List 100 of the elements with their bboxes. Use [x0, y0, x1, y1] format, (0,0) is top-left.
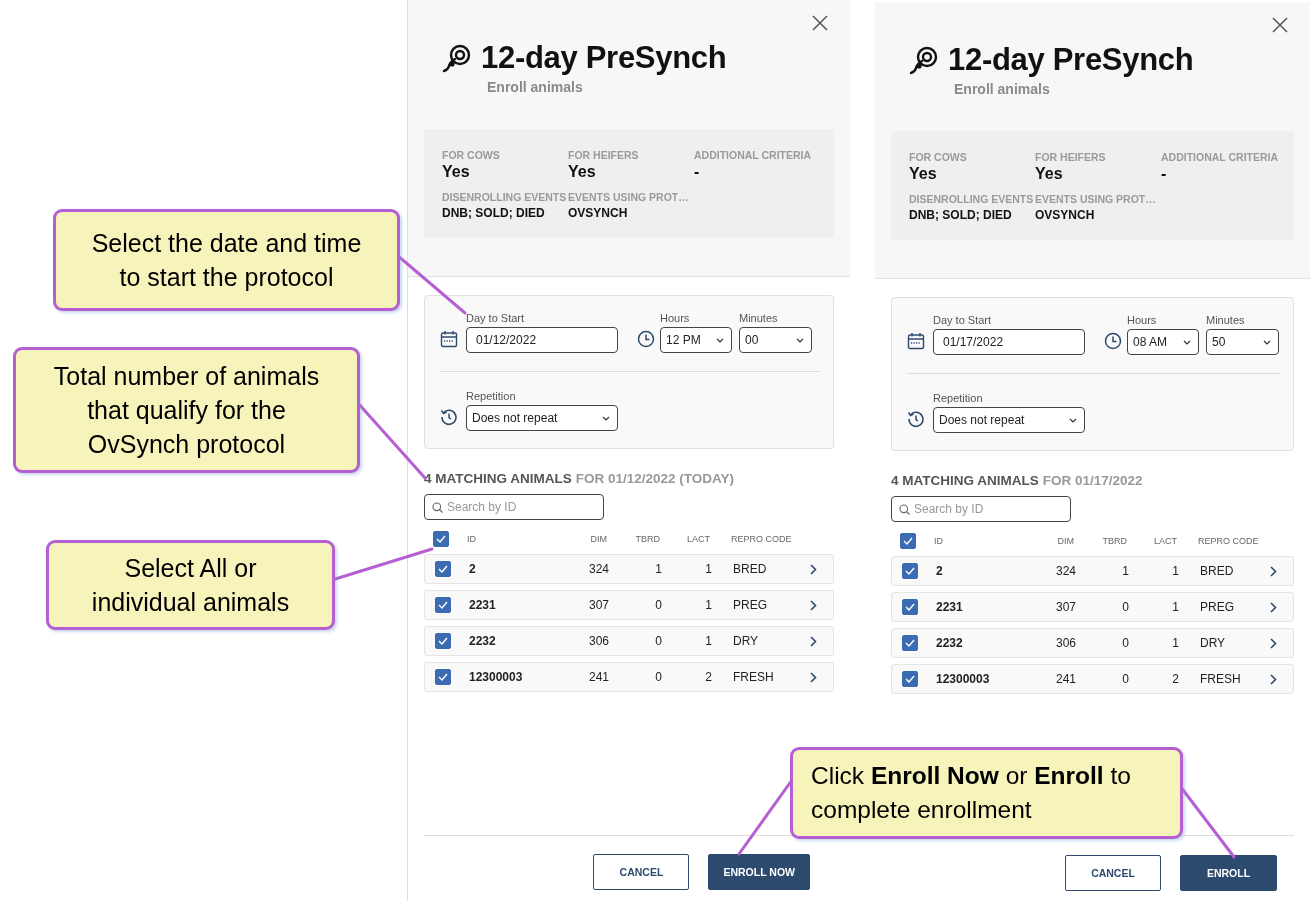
row-checkbox[interactable] — [902, 671, 918, 687]
table-cell-text: BRED — [1199, 564, 1235, 578]
minutes-dropdown[interactable]: 50 — [1206, 329, 1279, 355]
table-cell-text: 2232 — [936, 636, 964, 650]
close-icon[interactable] — [1272, 17, 1288, 33]
field-label: Minutes — [1206, 314, 1246, 326]
field-label: Hours — [660, 312, 691, 324]
animal-row[interactable]: 2232 306 0 1 DRY — [424, 626, 834, 656]
field-label: Repetition — [466, 390, 517, 402]
table-cell-text: DRY — [1199, 636, 1227, 650]
close-icon[interactable] — [812, 15, 828, 31]
minutes-dropdown[interactable]: 00 — [739, 327, 812, 353]
table-cell-text: PREG — [1199, 600, 1235, 614]
callout-note: Click Enroll Now or Enroll to complete enrollment — [790, 747, 1183, 839]
search-icon — [899, 504, 910, 515]
caret-icon — [796, 337, 804, 343]
animal-row[interactable]: 12300003 241 0 2 FRESH — [891, 664, 1294, 694]
column-header: LACT — [1153, 536, 1177, 546]
select-all-checkbox[interactable] — [433, 531, 449, 547]
callout-note: Select All or individual animals — [46, 540, 335, 630]
criteria-label: ADDITIONAL CRITERIA — [694, 149, 813, 161]
animal-row[interactable]: 2231 307 0 1 PREG — [424, 590, 834, 620]
check-icon — [438, 673, 448, 681]
table-cell-text: PREG — [732, 598, 768, 612]
matching-date: FOR 01/12/2022 (TODAY) — [575, 471, 735, 486]
column-header: ID — [467, 534, 477, 544]
date-field[interactable]: 01/12/2022 — [466, 327, 618, 353]
caret-icon — [1183, 339, 1191, 345]
criteria-value: OVSYNCH — [1035, 208, 1096, 222]
chevron-right-icon[interactable] — [1270, 565, 1277, 577]
table-cell-text: FRESH — [1199, 672, 1242, 686]
repetition-dropdown[interactable]: Does not repeat — [466, 405, 618, 431]
row-checkbox[interactable] — [435, 669, 451, 685]
table-cell-text: 1 — [654, 562, 662, 576]
field-label: Day to Start — [933, 314, 993, 326]
dialog-title: 12-day PreSynch — [948, 42, 1194, 78]
table-cell-text: 2 — [704, 670, 712, 684]
table-cell-text: 0 — [1121, 636, 1129, 650]
row-checkbox[interactable] — [902, 599, 918, 615]
select-all-checkbox[interactable] — [900, 533, 916, 549]
criteria-value: - — [1161, 165, 1168, 183]
criteria-label: EVENTS USING PROT… — [568, 191, 690, 203]
search-field[interactable]: Search by ID — [424, 494, 604, 520]
table-cell-text: 2231 — [469, 598, 497, 612]
chevron-right-icon[interactable] — [810, 635, 817, 647]
row-checkbox[interactable] — [435, 597, 451, 613]
matching-count: 4 MATCHING ANIMALS — [891, 473, 1039, 488]
callout-note: Total number of animals that qualify for the OvSynch protocol — [13, 347, 360, 473]
table-cell-text: 0 — [654, 634, 662, 648]
criteria-value: DNB; SOLD; DIED — [909, 208, 1013, 222]
table-cell-text: 2 — [1171, 672, 1179, 686]
row-checkbox[interactable] — [902, 563, 918, 579]
repetition-dropdown[interactable]: Does not repeat — [933, 407, 1085, 433]
dialog-subtitle: Enroll animals — [954, 81, 1051, 97]
date-field[interactable]: 01/17/2022 — [933, 329, 1085, 355]
animal-row[interactable]: 2231 307 0 1 PREG — [891, 592, 1294, 622]
animal-row[interactable]: 2 324 1 1 BRED — [424, 554, 834, 584]
dialog-button[interactable]: ENROLL NOW — [708, 854, 810, 890]
sperm-icon — [442, 43, 472, 73]
dialog-button[interactable]: CANCEL — [593, 854, 690, 890]
row-checkbox[interactable] — [435, 561, 451, 577]
dialog-button[interactable]: CANCEL — [1065, 855, 1161, 891]
table-cell-text: 306 — [1054, 636, 1076, 650]
hours-dropdown[interactable]: 12 PM — [660, 327, 732, 353]
chevron-right-icon[interactable] — [1270, 673, 1277, 685]
criteria-label: FOR HEIFERS — [568, 149, 640, 161]
clock-icon — [637, 330, 655, 348]
row-checkbox[interactable] — [435, 633, 451, 649]
chevron-right-icon[interactable] — [810, 563, 817, 575]
animal-row[interactable]: 2232 306 0 1 DRY — [891, 628, 1294, 658]
criteria-label: DISENROLLING EVENTS — [442, 191, 568, 203]
search-field[interactable]: Search by ID — [891, 496, 1071, 522]
criteria-value: Yes — [909, 165, 938, 183]
chevron-right-icon[interactable] — [1270, 637, 1277, 649]
table-cell-text: 307 — [1054, 600, 1076, 614]
check-icon — [438, 565, 448, 573]
table-cell-text: 2 — [469, 562, 477, 576]
table-cell-text: 0 — [654, 598, 662, 612]
animal-row[interactable]: 12300003 241 0 2 FRESH — [424, 662, 834, 692]
row-checkbox[interactable] — [902, 635, 918, 651]
table-cell-text: 2 — [936, 564, 944, 578]
dialog-button[interactable]: ENROLL — [1180, 855, 1277, 891]
caret-icon — [1069, 417, 1077, 423]
chevron-right-icon[interactable] — [1270, 601, 1277, 613]
table-cell-text: FRESH — [732, 670, 775, 684]
chevron-right-icon[interactable] — [810, 599, 817, 611]
hours-dropdown[interactable]: 08 AM — [1127, 329, 1199, 355]
table-cell-text: 1 — [1121, 564, 1129, 578]
callout-note: Select the date and time to start the protocol — [53, 209, 400, 311]
chevron-right-icon[interactable] — [810, 671, 817, 683]
table-cell-text: 1 — [1171, 636, 1179, 650]
animal-row[interactable]: 2 324 1 1 BRED — [891, 556, 1294, 586]
column-header: LACT — [686, 534, 710, 544]
column-header: TBRD — [634, 534, 660, 544]
table-cell-text: 12300003 — [469, 670, 524, 684]
table-cell-text: 0 — [1121, 672, 1129, 686]
check-icon — [905, 567, 915, 575]
table-cell-text: 2231 — [936, 600, 964, 614]
field-label: Hours — [1127, 314, 1158, 326]
dialog-title: 12-day PreSynch — [481, 40, 727, 76]
